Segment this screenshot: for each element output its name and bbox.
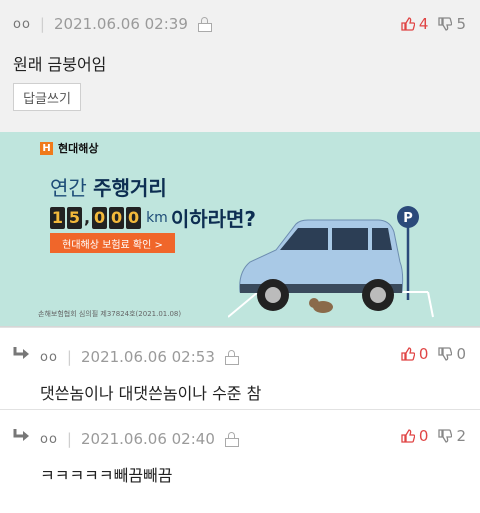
ad-brand-logo: H 현대해상 <box>40 140 98 156</box>
meta-separator: | <box>66 430 72 448</box>
comment-meta: oo | 2021.06.06 02:53 <box>40 347 239 367</box>
downvote-count: 0 <box>456 345 466 363</box>
lock-icon <box>224 432 239 447</box>
comment-date: 2021.06.06 02:53 <box>80 348 215 366</box>
comment-text: ㅋㅋㅋㅋㅋ빼끔빼끔 <box>40 466 173 485</box>
reply-comment-item: oo | 2021.06.06 02:53 0 0 댓쓴놈이나 대댓쓴놈이나 수… <box>0 327 480 409</box>
car-illustration: P <box>228 206 434 318</box>
downvote-button[interactable]: 2 <box>438 427 466 445</box>
upvote-button[interactable]: 0 <box>401 427 429 445</box>
ad-mileage-line: 1 5 , 0 0 0 km 이하라면? <box>50 203 256 232</box>
ad-digit: 1 <box>50 206 65 229</box>
comment-item: oo | 2021.06.06 02:39 4 5 원래 금붕어임 답글쓰기 <box>0 0 480 132</box>
reply-comment-item: oo | 2021.06.06 02:40 0 2 ㅋㅋㅋㅋㅋ빼끔빼끔 <box>0 409 480 513</box>
downvote-count: 5 <box>456 15 466 33</box>
downvote-count: 2 <box>456 427 466 445</box>
brand-h-icon: H <box>40 141 53 155</box>
ad-cta-button[interactable]: 현대해상 보험료 확인 > <box>50 233 175 253</box>
upvote-button[interactable]: 0 <box>401 345 429 363</box>
thumb-down-icon <box>438 429 453 443</box>
ad-digit: 0 <box>109 206 125 229</box>
meta-separator: | <box>39 15 45 33</box>
upvote-count: 0 <box>418 345 429 363</box>
parking-sign-label: P <box>403 211 413 226</box>
comment-meta: oo | 2021.06.06 02:40 <box>40 429 239 449</box>
upvote-button[interactable]: 4 <box>401 15 429 33</box>
ad-banner[interactable]: H 현대해상 연간 주행거리 1 5 , 0 0 0 km 이하라면? 현대해상… <box>0 132 480 327</box>
ad-fine-print: 손해보험협회 심의필 제37824호(2021.01.08) <box>38 310 182 318</box>
vote-box: 0 2 <box>401 426 466 446</box>
comment-text: 댓쓴놈이나 대댓쓴놈이나 수준 참 <box>40 384 262 403</box>
vote-box: 0 0 <box>401 344 466 364</box>
upvote-count: 4 <box>418 15 429 33</box>
comment-nick[interactable]: oo <box>13 17 31 32</box>
ad-digit: 0 <box>92 206 108 229</box>
thumb-up-icon <box>401 429 415 443</box>
ad-digit: 0 <box>126 206 142 229</box>
lock-icon <box>224 350 239 365</box>
ad-comma: , <box>84 208 91 227</box>
reply-button[interactable]: 답글쓰기 <box>13 83 81 111</box>
thumb-up-icon <box>401 17 415 31</box>
ad-headline: 연간 주행거리 <box>50 172 167 201</box>
downvote-button[interactable]: 0 <box>438 345 466 363</box>
ad-digit: 5 <box>67 206 82 229</box>
reply-arrow-icon <box>13 429 29 441</box>
comment-nick[interactable]: oo <box>40 350 58 365</box>
thumb-up-icon <box>401 347 415 361</box>
comment-meta: oo | 2021.06.06 02:39 <box>13 14 212 34</box>
comment-date: 2021.06.06 02:40 <box>80 430 215 448</box>
ad-headline-prefix: 연간 <box>50 176 87 200</box>
ad-unit: km <box>146 209 168 226</box>
comment-text: 원래 금붕어임 <box>13 55 107 74</box>
upvote-count: 0 <box>418 427 429 445</box>
thumb-down-icon <box>438 17 453 31</box>
ad-headline-bold: 주행거리 <box>93 176 167 200</box>
reply-arrow-icon <box>13 347 29 359</box>
vote-box: 4 5 <box>401 14 466 34</box>
meta-separator: | <box>66 348 72 366</box>
lock-icon <box>197 17 212 32</box>
comment-date: 2021.06.06 02:39 <box>53 15 188 33</box>
ad-brand-name: 현대해상 <box>58 142 99 155</box>
thumb-down-icon <box>438 347 453 361</box>
comment-nick[interactable]: oo <box>40 432 58 447</box>
downvote-button[interactable]: 5 <box>438 15 466 33</box>
